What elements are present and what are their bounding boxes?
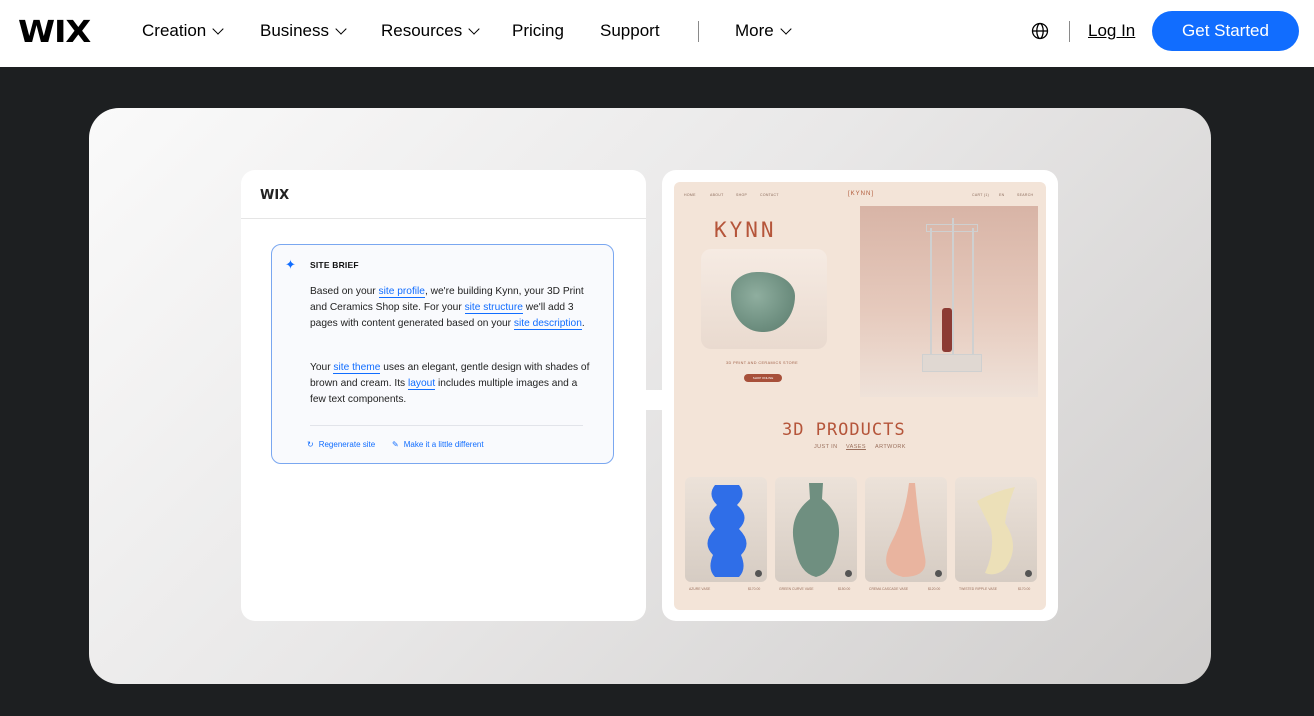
site-preview-panel: HOME ABOUT SHOP CONTACT [KYNN] CART (1) … xyxy=(662,170,1058,621)
chevron-down-icon xyxy=(780,22,792,35)
site-brief-title: SITE BRIEF xyxy=(310,260,359,270)
action-label: Make it a little different xyxy=(403,440,484,449)
azure-vase-image xyxy=(707,485,747,577)
ceramic-bowl xyxy=(731,272,795,332)
site-description-link[interactable]: site description xyxy=(513,318,582,330)
preview-tab: ARTWORK xyxy=(875,444,906,450)
nav-item-business[interactable]: Business xyxy=(260,21,347,41)
printer-frame xyxy=(926,224,978,232)
preview-nav-item: HOME xyxy=(684,193,696,197)
printer-base xyxy=(922,354,982,372)
refresh-icon: ↻ xyxy=(307,440,314,449)
layout-link[interactable]: layout xyxy=(407,378,436,390)
top-nav: WIX Creation Business Resources Pricing … xyxy=(0,0,1314,67)
sparkle-icon: ✦ xyxy=(285,257,296,272)
preview-logo: [KYNN] xyxy=(848,191,875,197)
product-price: $170.00 xyxy=(748,587,761,591)
nav-divider xyxy=(1069,21,1070,42)
product-price: $150.00 xyxy=(838,587,851,591)
3d-printer-image xyxy=(860,206,1038,397)
preview-nav-item: SEARCH xyxy=(1017,193,1034,197)
login-link[interactable]: Log In xyxy=(1088,21,1135,41)
hero-media: WIX ✦ SITE BRIEF Based on your site prof… xyxy=(89,108,1211,684)
crema-vase-image xyxy=(886,483,926,577)
chevron-down-icon xyxy=(212,22,224,35)
nav-item-label: Support xyxy=(600,21,660,40)
add-icon xyxy=(755,570,762,577)
product-card xyxy=(865,477,947,582)
nav-item-label: Business xyxy=(260,21,329,40)
nav-item-label: More xyxy=(735,21,774,40)
nav-item-label: Pricing xyxy=(512,21,564,40)
shop-online-button: SHOP ONLINE xyxy=(744,374,782,382)
nav-item-creation[interactable]: Creation xyxy=(142,21,224,41)
site-preview: HOME ABOUT SHOP CONTACT [KYNN] CART (1) … xyxy=(674,182,1046,610)
brief-text: Your xyxy=(310,362,334,373)
preview-nav-item: CART (1) xyxy=(972,193,990,197)
site-profile-link[interactable]: site profile xyxy=(378,286,425,298)
nav-item-support[interactable]: Support xyxy=(600,21,660,41)
brief-text: Based on your xyxy=(310,286,379,297)
preview-nav-item: SHOP xyxy=(736,193,748,197)
brief-text: . xyxy=(581,318,585,329)
product-name: TWISTED RIPPLE VASE xyxy=(959,587,997,591)
site-brief-card: ✦ SITE BRIEF Based on your site profile,… xyxy=(271,244,614,464)
product-name: AZURE VASE xyxy=(689,587,711,591)
preview-nav-item: CONTACT xyxy=(760,193,779,197)
brief-paragraph: Based on your site profile, we're buildi… xyxy=(310,284,590,332)
preview-tab: VASES xyxy=(846,444,866,450)
nav-item-more[interactable]: More xyxy=(735,21,792,41)
divider xyxy=(241,218,646,219)
printer-frame xyxy=(952,218,954,368)
product-card xyxy=(685,477,767,582)
product-price: $120.00 xyxy=(928,587,941,591)
site-structure-link[interactable]: site structure xyxy=(464,302,523,314)
make-different-button[interactable]: ✎ Make it a little different xyxy=(392,440,484,449)
nav-item-pricing[interactable]: Pricing xyxy=(512,21,564,41)
preview-tab: JUST IN xyxy=(814,444,838,450)
product-card xyxy=(955,477,1037,582)
chevron-down-icon xyxy=(468,22,480,35)
printer-frame xyxy=(972,228,974,366)
get-started-button[interactable]: Get Started xyxy=(1152,11,1299,51)
pencil-icon: ✎ xyxy=(392,440,399,449)
product-name: CREMA CASCADE VASE xyxy=(869,587,909,591)
regenerate-site-button[interactable]: ↻ Regenerate site xyxy=(307,440,375,449)
globe-icon[interactable] xyxy=(1031,22,1049,40)
add-icon xyxy=(1025,570,1032,577)
product-price: $170.00 xyxy=(1018,587,1031,591)
action-label: Regenerate site xyxy=(318,440,376,449)
printer-spool xyxy=(942,308,952,352)
brief-paragraph: Your site theme uses an elegant, gentle … xyxy=(310,360,590,408)
editor-panel: WIX ✦ SITE BRIEF Based on your site prof… xyxy=(241,170,646,621)
panel-connector xyxy=(646,390,663,410)
add-icon xyxy=(845,570,852,577)
product-name: GREEN CURVE VASE xyxy=(779,587,814,591)
divider xyxy=(310,425,583,426)
green-vase-image xyxy=(792,483,840,577)
bowl-image xyxy=(701,249,827,349)
nav-item-resources[interactable]: Resources xyxy=(381,21,480,41)
add-icon xyxy=(935,570,942,577)
product-card xyxy=(775,477,857,582)
site-theme-link[interactable]: site theme xyxy=(333,362,381,374)
wix-logo[interactable]: WIX xyxy=(18,15,91,50)
preview-nav-item: EN xyxy=(999,193,1005,197)
products-title: 3D PRODUCTS xyxy=(782,420,906,440)
preview-brand: KYNN xyxy=(714,218,777,242)
nav-divider xyxy=(698,21,699,42)
twisted-vase-image xyxy=(977,487,1015,575)
chevron-down-icon xyxy=(335,22,347,35)
preview-nav-item: ABOUT xyxy=(710,193,724,197)
nav-item-label: Creation xyxy=(142,21,207,40)
store-label: 3D PRINT AND CERAMICS STORE xyxy=(726,361,799,365)
printer-frame xyxy=(930,228,932,366)
nav-item-label: Resources xyxy=(381,21,463,40)
editor-logo: WIX xyxy=(260,188,290,203)
